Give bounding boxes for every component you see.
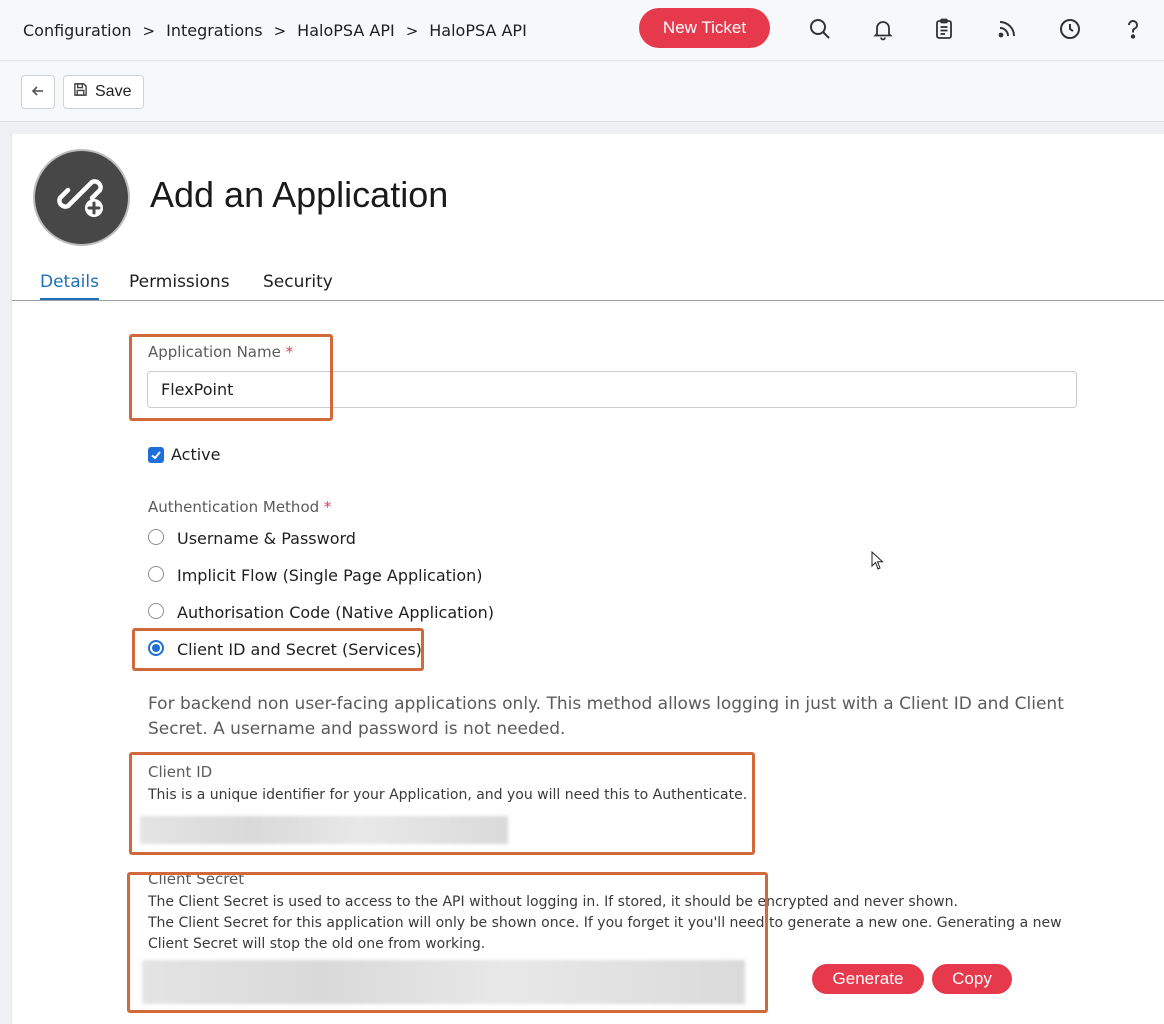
radio-authorisation-code[interactable] [148,603,164,619]
tab-permissions[interactable]: Permissions [129,272,230,298]
save-icon [73,82,95,102]
app-name-value: FlexPoint [161,380,234,399]
radio-label-client-id-secret: Client ID and Secret (Services) [177,640,422,659]
auth-description: For backend non user-facing applications… [148,694,1064,739]
active-label: Active [171,445,221,464]
app-name-label: Application Name * [148,343,293,361]
app-name-input[interactable]: FlexPoint [147,371,1077,408]
clock-icon[interactable] [1058,17,1082,41]
radio-implicit-flow[interactable] [148,566,164,582]
save-label: Save [95,83,132,100]
client-secret-value-redacted[interactable] [142,960,745,1004]
breadcrumb: Configuration > Integrations > HaloPSA A… [23,21,527,40]
rss-icon[interactable] [995,17,1019,41]
generate-button[interactable]: Generate [812,964,924,994]
breadcrumb-separator: > [142,21,156,40]
main-panel: Add an Application Details Permissions S… [11,134,1164,1024]
auth-method-label: Authentication Method * [148,498,331,516]
arrow-left-icon [30,83,46,102]
top-bar: Configuration > Integrations > HaloPSA A… [0,0,1164,61]
client-secret-help-2: The Client Secret for this application w… [148,915,1062,952]
breadcrumb-separator: > [405,21,419,40]
new-ticket-button[interactable]: New Ticket [639,8,770,48]
tab-details[interactable]: Details [40,272,99,300]
client-secret-label: Client Secret [148,870,245,888]
copy-button[interactable]: Copy [932,964,1012,994]
app-name-label-text: Application Name [148,343,281,361]
link-add-icon [54,168,110,228]
client-id-label: Client ID [148,763,213,781]
breadcrumb-separator: > [273,21,287,40]
tab-security[interactable]: Security [263,272,333,298]
back-button[interactable] [21,75,55,109]
app-avatar [33,149,130,246]
breadcrumb-item-integrations[interactable]: Integrations [166,21,263,40]
save-button[interactable]: Save [63,75,144,109]
required-mark: * [285,343,294,361]
breadcrumb-item-halopsa-api[interactable]: HaloPSA API [297,21,395,40]
clipboard-icon[interactable] [932,17,956,41]
help-icon[interactable] [1121,17,1145,41]
tab-bar: Details Permissions Security [12,264,1164,301]
breadcrumb-item-configuration[interactable]: Configuration [23,21,132,40]
radio-label-implicit-flow: Implicit Flow (Single Page Application) [177,566,483,585]
auth-method-label-text: Authentication Method [148,498,320,516]
breadcrumb-item-current: HaloPSA API [429,21,527,40]
radio-username-password[interactable] [148,529,164,545]
search-icon[interactable] [808,17,832,41]
radio-client-id-secret[interactable] [148,640,164,656]
required-mark: * [323,498,332,516]
mouse-cursor-icon [871,550,885,575]
page-title: Add an Application [150,174,449,215]
client-secret-help-1: The Client Secret is used to access to t… [148,894,958,910]
active-checkbox[interactable] [148,447,164,463]
bell-icon[interactable] [871,17,895,41]
client-id-value-redacted[interactable] [140,816,508,844]
client-id-help: This is a unique identifier for your App… [148,787,748,803]
radio-label-username-password: Username & Password [177,529,356,548]
radio-label-authorisation-code: Authorisation Code (Native Application) [177,603,495,622]
toolbar: Save [0,62,1164,122]
